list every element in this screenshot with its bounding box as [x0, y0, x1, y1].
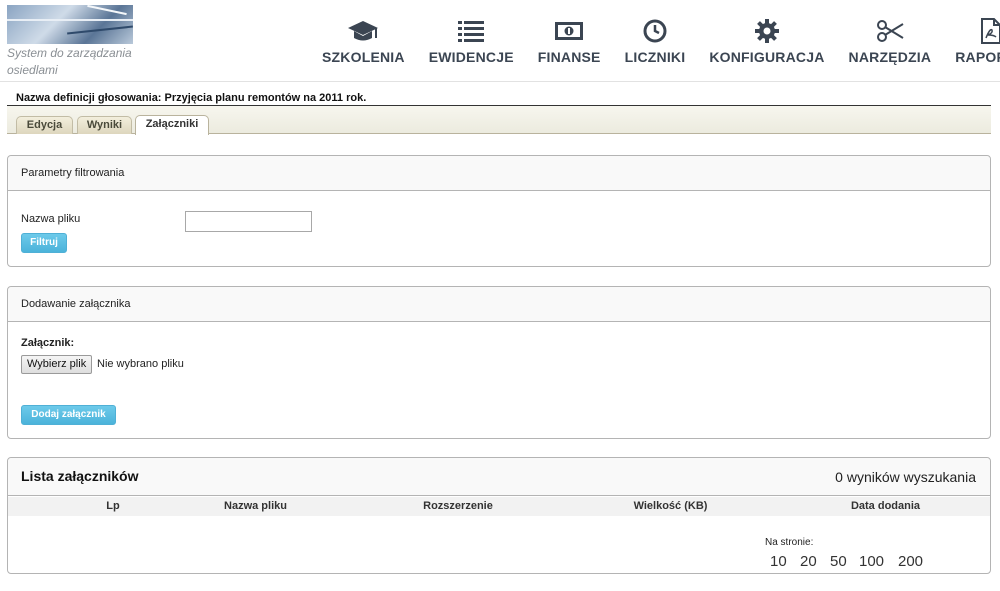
banknote-icon — [555, 22, 584, 40]
per-page-option-100[interactable]: 100 — [859, 553, 884, 570]
scissors-icon — [876, 20, 904, 42]
per-page-option-20[interactable]: 20 — [800, 553, 817, 570]
filter-panel-heading: Parametry filtrowania — [8, 156, 990, 191]
upload-panel: Dodawanie załącznika Załącznik: Wybierz … — [7, 286, 991, 439]
choose-file-button[interactable]: Wybierz plik — [21, 355, 93, 374]
col-header-size[interactable]: Wielkość (KB) — [598, 500, 743, 512]
nav-label: NARZĘDZIA — [848, 49, 932, 65]
filename-label: Nazwa pliku — [21, 213, 81, 225]
per-page-option-50[interactable]: 50 — [830, 553, 847, 570]
nav-item-raporty[interactable]: RAPORTY — [943, 18, 1000, 68]
nav-label: LICZNIKI — [624, 49, 686, 65]
tab-edycja[interactable]: Edycja — [16, 116, 73, 134]
nav-label: SZKOLENIA — [322, 49, 405, 65]
tab-bar: Edycja Wyniki Załączniki — [7, 106, 991, 135]
per-page-option-200[interactable]: 200 — [898, 553, 923, 570]
per-page-option-10[interactable]: 10 — [770, 553, 787, 570]
attachments-list-panel: Lista załączników 0 wyników wyszukania L… — [7, 457, 991, 574]
filename-input[interactable] — [185, 211, 312, 232]
clock-icon — [643, 19, 667, 43]
filter-panel: Parametry filtrowania Nazwa pliku Filtru… — [7, 155, 991, 267]
col-header-lp[interactable]: Lp — [68, 500, 158, 512]
nav-item-narzedzia[interactable]: NARZĘDZIA — [837, 18, 944, 68]
col-header-filename[interactable]: Nazwa pliku — [178, 500, 333, 512]
nav-label: FINANSE — [537, 49, 601, 65]
col-header-extension[interactable]: Rozszerzenie — [378, 500, 538, 512]
tab-zalaczniki[interactable]: Załączniki — [135, 115, 209, 135]
list-header: Lista załączników 0 wyników wyszukania — [8, 458, 990, 496]
attachment-label: Załącznik: — [21, 337, 75, 349]
nav-item-liczniki[interactable]: LICZNIKI — [613, 18, 698, 68]
nav-item-ewidencje[interactable]: EWIDENCJE — [417, 18, 526, 68]
logo-image[interactable] — [7, 5, 133, 44]
col-header-date-added[interactable]: Data dodania — [808, 500, 963, 512]
graduation-cap-icon — [348, 21, 379, 41]
pdf-file-icon — [981, 18, 1000, 44]
table-header-row: Lp Nazwa pliku Rozszerzenie Wielkość (KB… — [8, 497, 990, 516]
nav-item-finanse[interactable]: FINANSE — [526, 18, 613, 68]
app-header: System do zarządzania osiedlami SZKOLENI… — [0, 0, 1000, 82]
gear-icon — [754, 19, 779, 43]
per-page-label: Na stronie: — [765, 537, 814, 548]
main-nav: SZKOLENIA EWIDENCJE FINANSE LICZNIKI KON… — [310, 18, 1000, 68]
filter-button[interactable]: Filtruj — [21, 233, 67, 253]
no-file-text: Nie wybrano pliku — [97, 358, 184, 370]
nav-label: EWIDENCJE — [428, 49, 514, 65]
add-attachment-button[interactable]: Dodaj załącznik — [21, 405, 116, 425]
results-count: 0 wyników wyszukania — [835, 469, 976, 485]
tab-wyniki[interactable]: Wyniki — [77, 116, 132, 134]
nav-label: RAPORTY — [955, 49, 1000, 65]
list-title: Lista załączników — [21, 468, 139, 484]
app-tagline: System do zarządzania osiedlami — [7, 46, 132, 77]
definition-title: Nazwa definicji głosowania: Przyjęcia pl… — [16, 92, 367, 104]
nav-label: KONFIGURACJA — [709, 49, 825, 65]
upload-panel-heading: Dodawanie załącznika — [8, 287, 990, 322]
nav-item-szkolenia[interactable]: SZKOLENIA — [310, 18, 417, 68]
nav-item-konfiguracja[interactable]: KONFIGURACJA — [697, 18, 836, 68]
list-icon — [458, 21, 485, 42]
